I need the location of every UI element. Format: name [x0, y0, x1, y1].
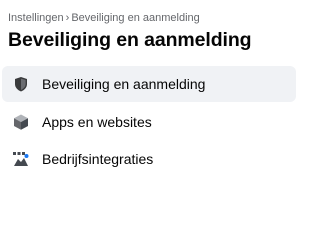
breadcrumb-link-settings[interactable]: Instellingen	[8, 12, 64, 24]
settings-page: Instellingen › Beveiliging en aanmelding B…	[0, 0, 300, 202]
breadcrumb-current: Beveiliging en aanmelding	[71, 12, 200, 24]
menu-item-label: Apps en websites	[42, 114, 152, 130]
menu-item-label: Beveiliging en aanmelding	[42, 76, 206, 92]
shield-icon	[11, 74, 31, 94]
page-title: Beveiliging en aanmelding	[8, 29, 252, 51]
menu-item-apps-and-websites[interactable]: Apps en websites	[2, 104, 296, 140]
breadcrumb-separator: ›	[65, 12, 70, 24]
cube-icon	[11, 112, 31, 132]
menu-item-label: Bedrijfsintegraties	[42, 151, 154, 167]
menu-item-business-integrations[interactable]: Bedrijfsintegraties	[2, 141, 296, 177]
business-integrations-icon	[11, 149, 31, 169]
breadcrumb: Instellingen › Beveiliging en aanmelding	[8, 12, 200, 24]
menu-item-security-and-login[interactable]: Beveiliging en aanmelding	[2, 66, 296, 102]
